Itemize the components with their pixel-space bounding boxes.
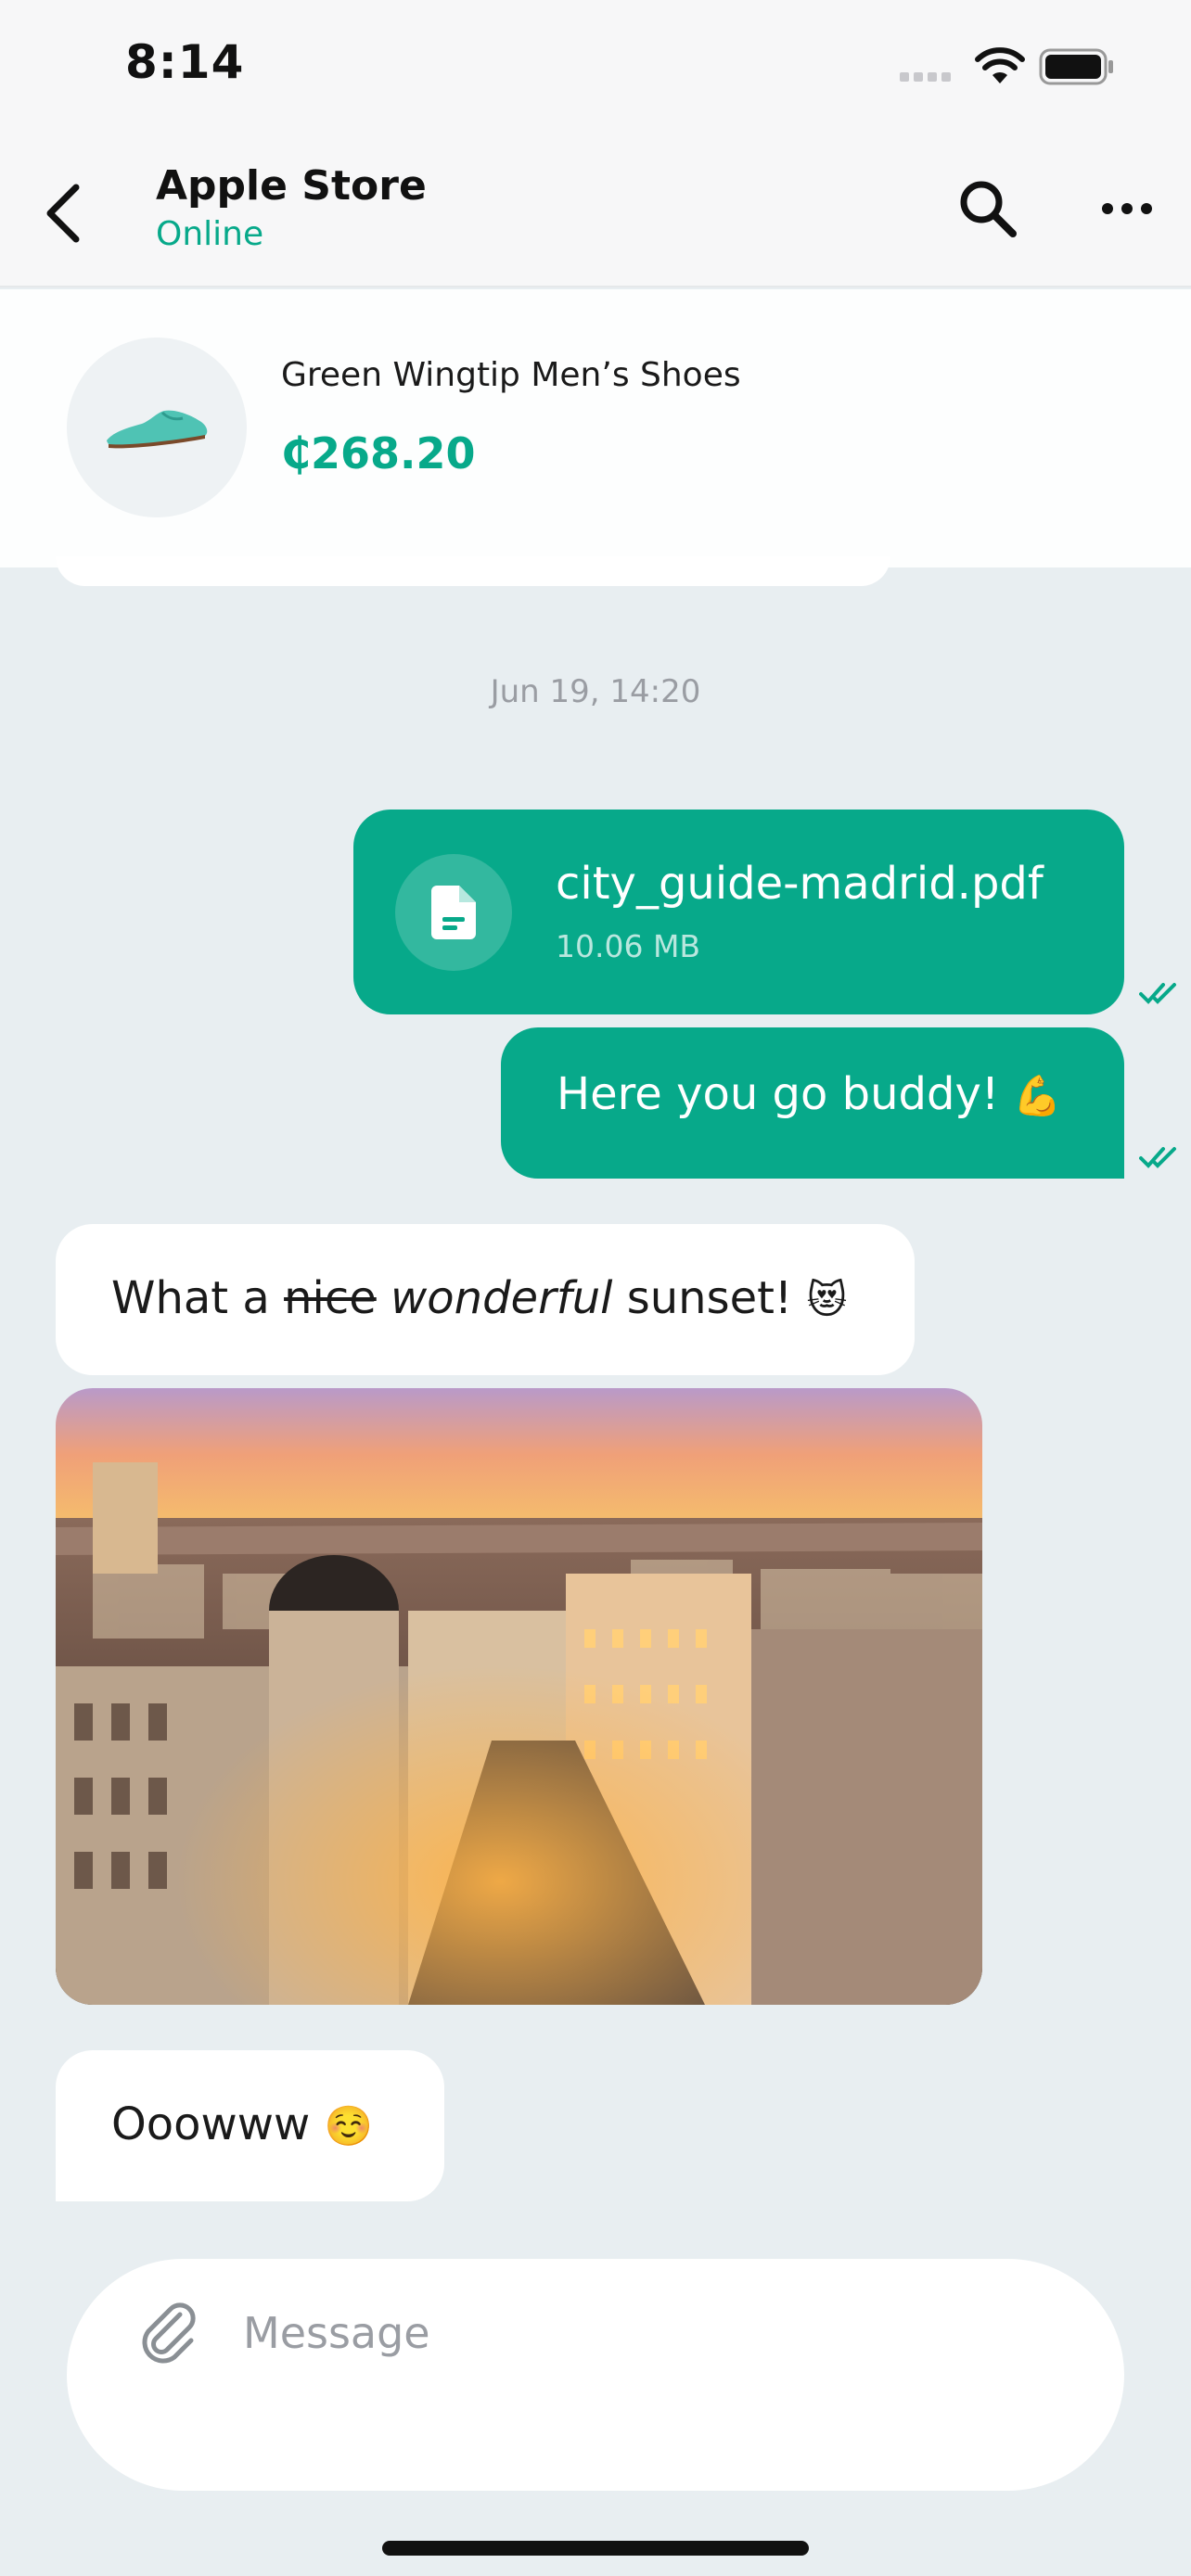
outgoing-message[interactable]: Here you go buddy! 💪 bbox=[501, 1027, 1124, 1179]
previous-message-bubble bbox=[56, 556, 890, 586]
double-check-icon bbox=[1139, 983, 1176, 1004]
incoming-message[interactable]: What a nice wonderful sunset! 😻 bbox=[56, 1224, 915, 1375]
product-card[interactable]: Green Wingtip Men’s Shoes ₵268.20 bbox=[0, 289, 1191, 567]
message-text: What a bbox=[111, 1272, 270, 1324]
shoe-icon bbox=[107, 410, 208, 449]
signal-icon bbox=[900, 72, 955, 82]
back-chevron-icon bbox=[46, 184, 80, 243]
flexed-biceps-emoji: 💪 bbox=[1013, 1073, 1062, 1118]
strikethrough-text: nice bbox=[284, 1272, 377, 1324]
date-separator: Jun 19, 14:20 bbox=[490, 673, 701, 710]
italic-text: wonderful bbox=[391, 1272, 613, 1324]
wifi-icon bbox=[975, 47, 1025, 83]
contact-status: Online bbox=[156, 215, 264, 253]
message-text: sunset! bbox=[626, 1272, 793, 1324]
message-text: Here you go buddy! bbox=[557, 1068, 1000, 1120]
chat-screen: 8:14 Apple Store Online Green Wingtip Me… bbox=[0, 0, 1191, 2576]
home-indicator bbox=[382, 2541, 809, 2556]
search-icon[interactable] bbox=[955, 176, 1020, 241]
paperclip-icon[interactable] bbox=[132, 2296, 206, 2370]
incoming-message[interactable]: Ooowww ☺️ bbox=[56, 2050, 444, 2201]
file-message[interactable]: city_guide-madrid.pdf 10.06 MB bbox=[353, 810, 1124, 1014]
heart-eyes-cat-emoji: 😻 bbox=[806, 1277, 848, 1322]
back-button[interactable] bbox=[35, 176, 91, 250]
double-check-icon bbox=[1139, 1147, 1176, 1168]
product-name: Green Wingtip Men’s Shoes bbox=[281, 356, 741, 394]
product-price: ₵268.20 bbox=[281, 428, 476, 478]
chat-header: Apple Store Online bbox=[0, 139, 1191, 287]
status-bar: 8:14 bbox=[0, 0, 1191, 139]
smiling-face-emoji: ☺️ bbox=[324, 2103, 373, 2149]
file-icon bbox=[431, 886, 476, 939]
more-icon[interactable] bbox=[1095, 185, 1159, 232]
file-icon-circle bbox=[395, 854, 512, 971]
message-text: Ooowww bbox=[111, 2098, 311, 2150]
status-time: 8:14 bbox=[125, 35, 245, 89]
madrid-sunset-photo bbox=[56, 1388, 982, 2005]
message-composer bbox=[67, 2259, 1124, 2491]
image-message[interactable] bbox=[56, 1388, 982, 2005]
file-size: 10.06 MB bbox=[556, 928, 701, 964]
file-name: city_guide-madrid.pdf bbox=[556, 858, 1044, 910]
message-input[interactable] bbox=[243, 2296, 1059, 2370]
contact-name[interactable]: Apple Store bbox=[156, 162, 427, 210]
battery-icon bbox=[1039, 48, 1113, 85]
product-image bbox=[67, 338, 247, 517]
